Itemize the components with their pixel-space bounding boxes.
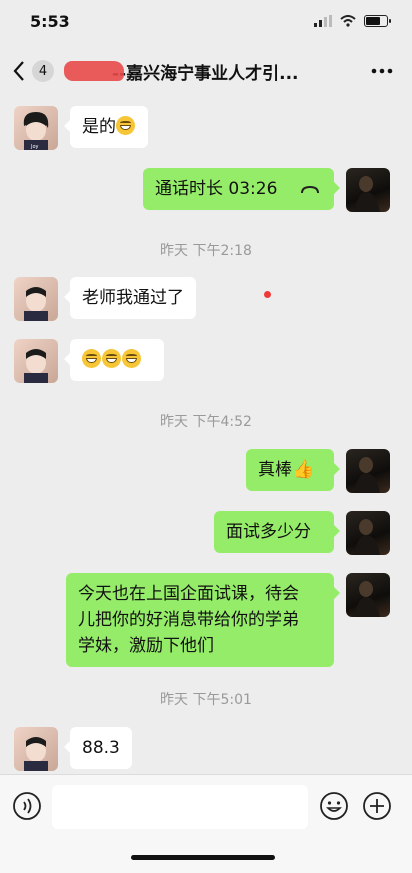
plus-icon[interactable] [362,791,392,821]
chevron-left-icon [13,61,24,81]
more-button[interactable] [364,56,400,86]
my-avatar[interactable] [346,449,390,493]
wifi-icon [340,15,356,27]
message-input[interactable] [52,785,308,829]
timestamp: 昨天 下午4:52 [160,414,252,430]
phone-hangup-icon [301,185,319,194]
message-text: 是的 [82,117,116,137]
message-line: 学妹，激励下他们 [78,636,214,656]
avatar-caption: Joy [30,144,39,150]
avatar-image [354,581,380,617]
received-message[interactable]: 88.3 [64,727,132,769]
avatar-image [354,457,380,493]
received-message[interactable]: 老师我通过了 [64,277,196,319]
message-line: 儿把你的好消息带给你的学弟 [78,610,299,630]
received-message[interactable] [64,339,164,381]
grin-emoji-icon [102,349,121,368]
avatar-image [354,519,380,555]
message-text: 老师我通过了 [82,288,184,308]
received-message[interactable]: 是的 [64,106,148,148]
back-button[interactable]: 4 [12,60,54,82]
message-text: 真棒 [258,460,292,480]
status-time: 5:53 [30,11,70,31]
battery-icon [364,15,391,27]
avatar-image [354,176,380,212]
sent-message[interactable]: 面试多少分 [214,511,340,553]
grin-emoji-icon [116,116,135,135]
chat-header: 4 --嘉兴海宁事业人才引... [0,48,412,94]
contact-avatar[interactable]: Joy [14,106,58,150]
redaction-mark [64,60,124,81]
message-text: 通话时长 03:26 [155,179,278,199]
chat-title: --嘉兴海宁事业人才引... [64,59,304,84]
status-bar: 5:53 [0,0,412,42]
more-icon [371,68,393,74]
message-line: 今天也在上国企面试课，待会 [78,584,299,604]
sent-message[interactable]: 今天也在上国企面试课，待会 儿把你的好消息带给你的学弟 学妹，激励下他们 [66,573,340,667]
signal-icon [314,15,332,27]
timestamp: 昨天 下午2:18 [160,243,252,259]
home-indicator [131,855,275,860]
grin-emoji-icon [122,349,141,368]
my-avatar[interactable] [346,168,390,212]
message-text: 88.3 [82,738,120,758]
message-text: 面试多少分 [226,522,311,542]
timestamp: 昨天 下午5:01 [160,692,252,708]
status-icons [314,15,391,27]
thumbs-up-icon: 👍 [292,459,315,480]
avatar-image [24,737,48,771]
avatar-image [24,349,48,383]
battery-level [366,17,380,25]
avatar-image [24,287,48,321]
contact-avatar[interactable] [14,727,58,771]
avatar-image: Joy [23,112,49,150]
grin-emoji-icon [82,349,101,368]
unread-dot [264,291,271,298]
sent-message[interactable]: 真棒👍 [246,449,340,491]
message-list[interactable]: Joy 是的 通话时长 03:26 昨天 下午2:18 老师我通过了 昨天 下午… [0,94,412,774]
unread-count-badge: 4 [32,60,54,82]
contact-avatar[interactable] [14,277,58,321]
voice-input-icon[interactable] [12,791,42,821]
call-duration-message[interactable]: 通话时长 03:26 [143,168,340,210]
my-avatar[interactable] [346,511,390,555]
contact-avatar[interactable] [14,339,58,383]
my-avatar[interactable] [346,573,390,617]
emoji-icon[interactable] [319,791,349,821]
